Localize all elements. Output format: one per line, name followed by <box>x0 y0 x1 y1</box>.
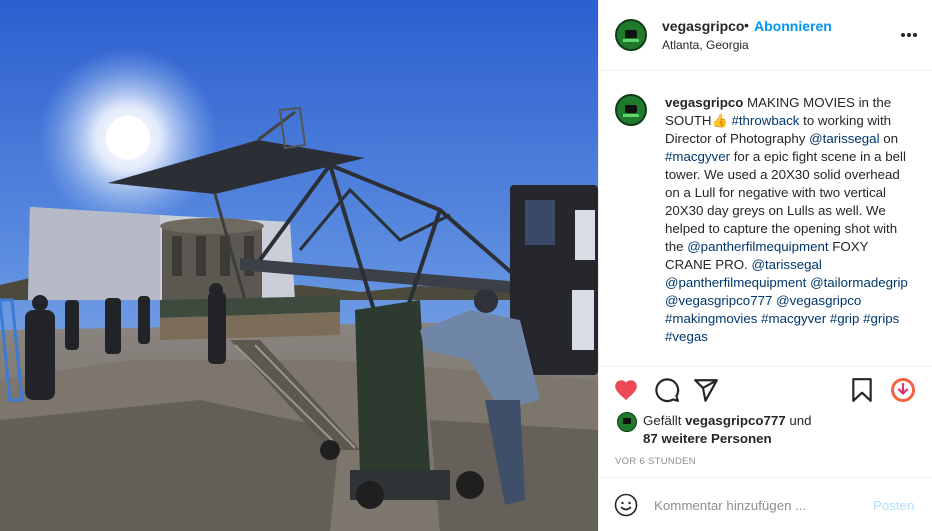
hashtag-link[interactable]: #macgyver <box>761 311 826 326</box>
mention-link[interactable]: @vegasgripco777 <box>665 293 772 308</box>
liked-by-username[interactable]: vegasgripco777 <box>685 413 786 428</box>
hashtag-link[interactable]: #grip <box>830 311 860 326</box>
more-options-icon[interactable] <box>899 24 919 44</box>
author-username[interactable]: vegasgripco <box>662 18 744 34</box>
liked-by-line: Gefällt vegasgripco777 und <box>643 413 812 428</box>
hashtag-link[interactable]: #makingmovies <box>665 311 757 326</box>
comment-input[interactable] <box>654 490 854 520</box>
author-avatar[interactable] <box>615 19 647 51</box>
bookmark-icon[interactable] <box>849 377 875 403</box>
hashtag-link[interactable]: #vegas <box>665 329 708 344</box>
thumbs-up-emoji: 👍 <box>711 113 728 128</box>
mention-link[interactable]: @vegasgripco <box>776 293 861 308</box>
hashtag-link[interactable]: #throwback <box>731 113 799 128</box>
smiley-icon[interactable] <box>614 493 638 517</box>
instagram-post: vegasgripco • Abonnieren Atlanta, Georgi… <box>0 0 932 531</box>
download-extension-icon[interactable] <box>890 377 916 403</box>
likes-count[interactable]: 87 weitere Personen <box>643 431 772 446</box>
post-photo[interactable] <box>0 0 598 531</box>
caption-author-avatar[interactable] <box>615 94 647 126</box>
caption-username[interactable]: vegasgripco <box>665 95 743 110</box>
comment-bar: Posten <box>599 477 932 531</box>
hashtag-link[interactable]: #grips <box>863 311 899 326</box>
post-timestamp[interactable]: VOR 6 STUNDEN <box>615 456 696 467</box>
post-header: vegasgripco • Abonnieren Atlanta, Georgi… <box>599 0 932 71</box>
post-location[interactable]: Atlanta, Georgia <box>662 38 749 52</box>
mention-link[interactable]: @tarissegal <box>751 257 821 272</box>
liked-by-suffix: und <box>785 413 812 428</box>
liked-by-prefix: Gefällt <box>643 413 686 428</box>
likes-section: Gefällt vegasgripco777 und 87 weitere Pe… <box>599 408 932 450</box>
action-bar <box>599 366 932 414</box>
hashtag-link[interactable]: #macgyver <box>665 149 730 164</box>
comment-icon[interactable] <box>654 377 680 403</box>
mention-link[interactable]: @pantherfilmequipment <box>665 275 806 290</box>
mention-link[interactable]: @pantherfilmequipment <box>687 239 828 254</box>
film-set-photo <box>0 0 598 531</box>
post-caption: vegasgripco MAKING MOVIES in the SOUTH👍 … <box>665 94 910 346</box>
mention-link[interactable]: @tarissegal <box>809 131 879 146</box>
mention-link[interactable]: @tailormadegrip <box>810 275 908 290</box>
liker-avatar[interactable] <box>617 412 637 432</box>
caption-text: on <box>879 131 899 146</box>
follow-button[interactable]: Abonnieren <box>754 18 832 34</box>
caption-section: vegasgripco MAKING MOVIES in the SOUTH👍 … <box>599 72 932 365</box>
heart-filled-icon[interactable] <box>613 377 639 403</box>
post-details-panel: vegasgripco • Abonnieren Atlanta, Georgi… <box>598 0 932 531</box>
share-icon[interactable] <box>693 377 719 403</box>
separator-dot: • <box>744 17 749 33</box>
post-comment-button[interactable]: Posten <box>873 498 914 513</box>
